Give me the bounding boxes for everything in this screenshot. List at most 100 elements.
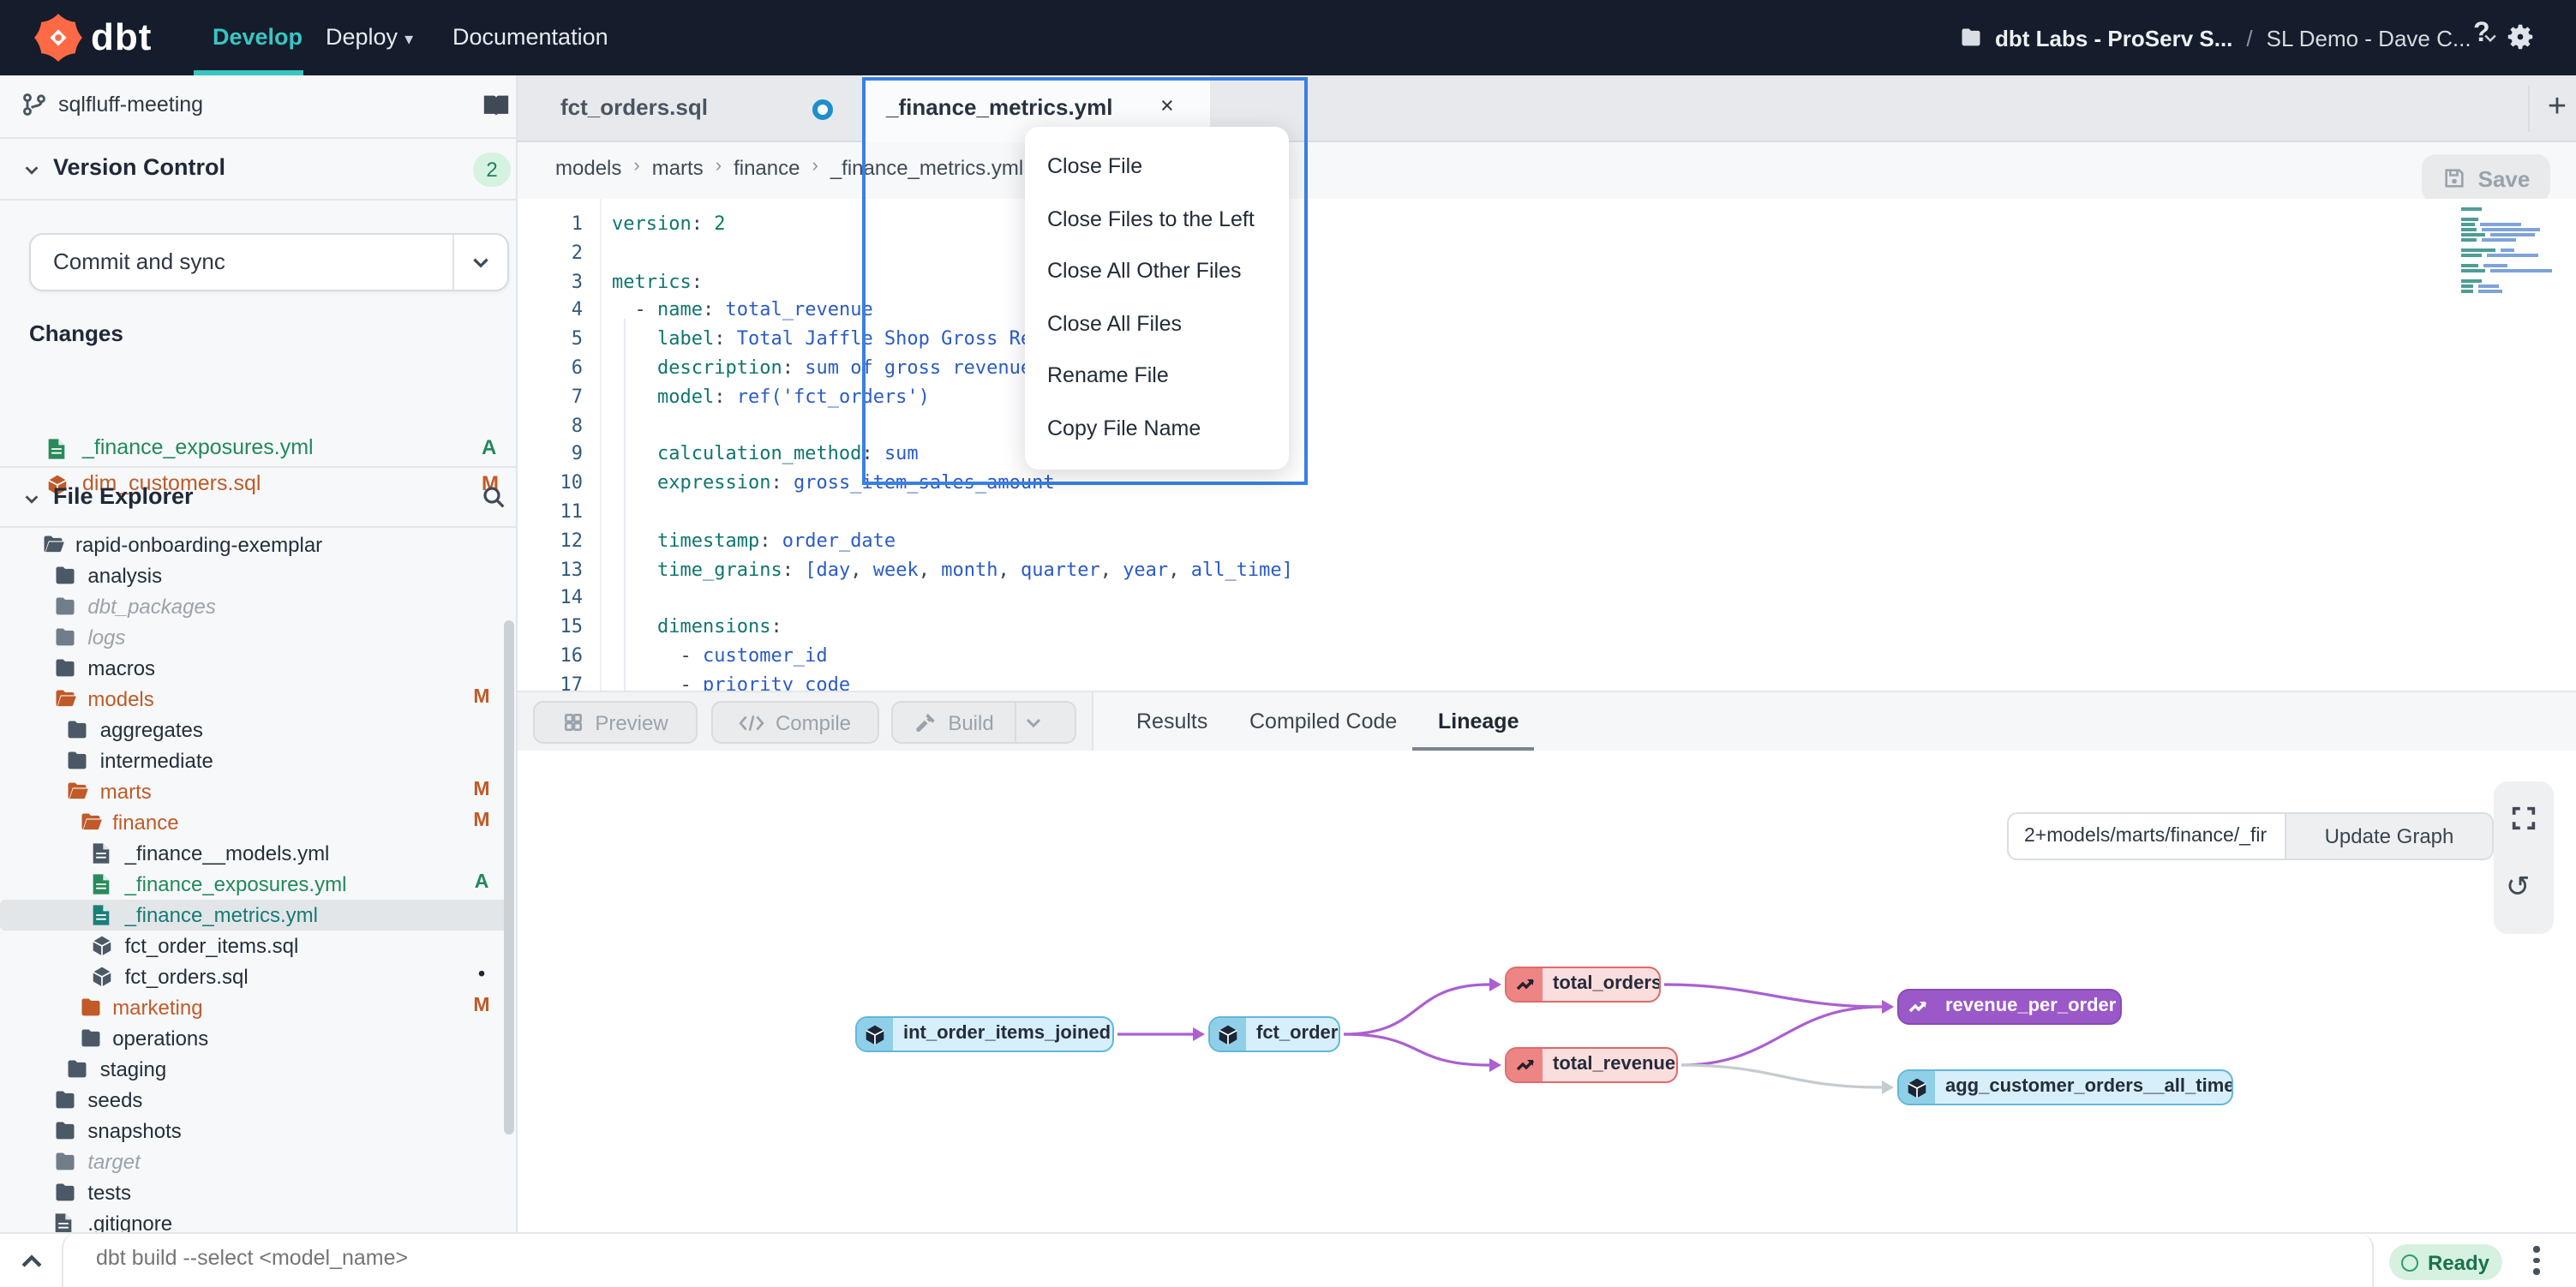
docs-book-icon[interactable] [482,93,511,118]
tree-item-intermediate[interactable]: intermediate [0,745,507,776]
lineage-node-revenue_per_order[interactable]: revenue_per_order [1897,989,2122,1025]
build-dropdown-toggle[interactable] [1015,703,1052,742]
tree-item-tests[interactable]: tests [0,1177,507,1208]
build-button[interactable]: Build [891,701,1076,744]
nav-documentation[interactable]: Documentation [452,0,608,75]
folder-open-icon [78,811,102,835]
kebab-menu-icon[interactable] [2531,1246,2542,1280]
context-menu-item-close-files-to-the-left[interactable]: Close Files to the Left [1025,193,1289,245]
tree-item--gitignore[interactable]: .gitignore [0,1208,507,1232]
changed-file-name[interactable]: _finance_exposures.yml [82,435,314,459]
folder-icon [53,1088,77,1112]
gear-icon[interactable] [2504,21,2537,53]
help-icon[interactable]: ? [2473,19,2490,50]
scrollbar-thumb[interactable] [504,620,514,1134]
code-line: 7 model: ref('fct_orders') [518,386,2060,415]
line-number: 8 [518,414,583,436]
breadcrumb-item[interactable]: finance [734,156,800,180]
git-status-letter: M [470,687,494,708]
tree-item-staging[interactable]: staging [0,1054,507,1085]
tree-item--finance-exposures-yml[interactable]: _finance_exposures.ymlA [0,869,507,900]
tree-item-dbt-packages[interactable]: dbt_packages [0,591,507,622]
breadcrumb-item[interactable]: models [555,156,621,180]
file-tree-scrollbar[interactable] [504,538,514,1224]
breadcrumb-item[interactable]: _finance_metrics.yml [830,156,1023,180]
code-line: 16 - customer_id [518,644,2060,673]
commit-and-sync-button[interactable]: Commit and sync [29,233,509,291]
node-label: total_orders [1543,968,1661,1001]
tree-item-label: snapshots [87,1119,181,1143]
tree-item-marketing[interactable]: marketingM [0,992,507,1023]
tab-fct-orders[interactable]: fct_orders.sql [518,75,860,142]
search-icon[interactable] [480,483,507,511]
tree-item-fct-order-items-sql[interactable]: fct_order_items.sql [0,931,507,961]
node-label: fct_orders [1246,1018,1340,1051]
compile-button[interactable]: Compile [711,701,879,744]
code-editor[interactable]: 1version: 223metrics:4 - name: total_rev… [518,199,2576,691]
cube-icon [91,934,115,958]
breadcrumb-separator: › [812,156,818,180]
breadcrumb-item[interactable]: marts [652,156,704,180]
close-icon[interactable]: × [1160,93,1174,120]
environment-name[interactable]: SL Demo - Dave C... [2267,25,2471,51]
lineage-node-total_revenue[interactable]: total_revenue [1505,1047,1678,1083]
tree-item-seeds[interactable]: seeds [0,1085,507,1116]
chevron-down-icon [1024,712,1045,733]
project-breadcrumb[interactable]: dbt Labs - ProServ S... / SL Demo - Dave… [1959,0,2499,75]
tree-item-marts[interactable]: martsM [0,776,507,807]
nav-deploy[interactable]: Deploy▾ [326,0,413,75]
tab-compiled-code[interactable]: Compiled Code [1249,692,1397,752]
nav-develop[interactable]: Develop [213,0,303,75]
version-control-header[interactable]: Version Control 2 [0,139,518,201]
tree-item-models[interactable]: models M [0,684,507,715]
lineage-node-fct_orders[interactable]: fct_orders [1208,1016,1340,1052]
project-name[interactable]: dbt Labs - ProServ S... [1995,25,2232,51]
tab-results[interactable]: Results [1136,692,1207,752]
git-status-letter: M [470,780,494,800]
context-menu-item-close-all-other-files[interactable]: Close All Other Files [1025,245,1289,297]
command-input[interactable] [93,1244,1635,1272]
lineage-node-agg_customer_orders__all_time[interactable]: agg_customer_orders__all_time [1897,1069,2233,1105]
tree-item-finance[interactable]: financeM [0,807,507,838]
code-line: 15 dimensions: [518,615,2060,644]
code-line: 4 - name: total_revenue [518,299,2060,328]
tree-item-snapshots[interactable]: snapshots [0,1116,507,1146]
tree-item-logs[interactable]: logs [0,622,507,653]
chevron-up-icon[interactable] [17,1248,46,1277]
new-tab-button[interactable]: + [2537,87,2576,129]
preview-button[interactable]: Preview [533,701,698,744]
tree-item-target[interactable]: target [0,1146,507,1177]
context-menu-item-rename-file[interactable]: Rename File [1025,350,1289,402]
lineage-node-int_order_items_joined[interactable]: int_order_items_joined [855,1016,1114,1052]
tree-item-macros[interactable]: macros [0,653,507,684]
tree-item--finance-models-yml[interactable]: _finance__models.yml [0,838,507,869]
tree-item-fct-orders-sql[interactable]: fct_orders.sql• [0,961,507,992]
git-branch-icon [21,91,48,118]
save-button[interactable]: Save [2422,154,2550,202]
code-line: 8 [518,414,2060,443]
lineage-panel[interactable]: Update Graph ↺ int_order_items_joined fc… [518,751,2576,1232]
code-line: 13 time_grains: [day, week, month, quart… [518,558,2060,587]
tree-item-analysis[interactable]: analysis [0,560,507,591]
tree-item--finance-metrics-yml[interactable]: _finance_metrics.yml [0,900,507,931]
node-label: int_order_items_joined [893,1018,1114,1051]
editor-minimap[interactable] [2461,207,2557,295]
command-input-box[interactable] [62,1234,2374,1287]
tree-item-aggregates[interactable]: aggregates [0,715,507,745]
lineage-node-total_orders[interactable]: total_orders [1505,967,1661,1003]
context-menu-item-close-file[interactable]: Close File [1025,141,1289,193]
line-number: 13 [518,558,583,580]
line-number: 16 [518,644,583,667]
context-menu-item-close-all-files[interactable]: Close All Files [1025,297,1289,350]
commit-dropdown-toggle[interactable] [452,235,507,290]
context-menu-item-copy-file-name[interactable]: Copy File Name [1025,402,1289,454]
tree-item-label: operations [112,1027,208,1051]
tree-item-rapid-onboarding-exemplar[interactable]: rapid-onboarding-exemplar [0,530,507,560]
file-explorer-header[interactable]: File Explorer [0,466,518,528]
changed-file-row[interactable]: _finance_exposures.yml A [0,432,518,466]
tree-item-operations[interactable]: operations [0,1023,507,1054]
branch-name[interactable]: sqlfluff-meeting [58,93,203,117]
tree-item-label: models [87,687,153,711]
tab-lineage[interactable]: Lineage [1438,692,1519,752]
node-label: agg_customer_orders__all_time [1935,1071,2233,1104]
